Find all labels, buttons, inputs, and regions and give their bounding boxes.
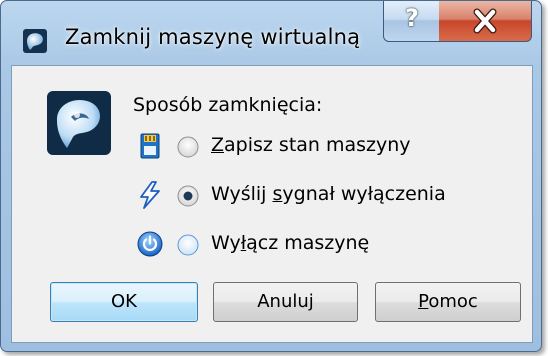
option-save-state-label: Zapisz stan maszyny <box>211 134 411 156</box>
power-off-icon <box>137 231 163 257</box>
radio-power-off[interactable] <box>177 234 199 256</box>
option-acpi-shutdown-label: Wyślij sygnał wyłączenia <box>211 183 446 205</box>
dialog-window: Zamknij maszynę wirtualną ? Sposób zamkn… <box>0 0 542 352</box>
help-icon: ? <box>405 4 419 32</box>
title-help-button[interactable]: ? <box>383 1 441 42</box>
window-title: Zamknij maszynę wirtualną <box>65 25 361 49</box>
acpi-signal-icon <box>140 181 160 209</box>
save-state-icon <box>140 133 160 159</box>
option-acpi-shutdown[interactable]: Wyślij sygnał wyłączenia <box>137 181 497 211</box>
close-icon <box>473 8 497 34</box>
cancel-button[interactable]: Anuluj <box>213 282 358 322</box>
help-button[interactable]: Pomoc <box>375 282 521 322</box>
dialog-content: Sposób zamknięcia: Zapisz stan maszyny W… <box>11 65 533 343</box>
shutdown-method-label: Sposób zamknięcia: <box>133 94 323 116</box>
virtualbox-icon <box>47 91 111 155</box>
ok-button[interactable]: OK <box>50 282 198 322</box>
radio-acpi-shutdown[interactable] <box>177 185 199 207</box>
radio-save-state[interactable] <box>177 136 199 158</box>
title-close-button[interactable] <box>439 1 532 42</box>
option-save-state[interactable]: Zapisz stan maszyny <box>137 132 477 162</box>
option-power-off[interactable]: Wyłącz maszynę <box>137 230 437 260</box>
option-power-off-label: Wyłącz maszynę <box>211 232 370 254</box>
virtualbox-icon <box>23 29 47 53</box>
